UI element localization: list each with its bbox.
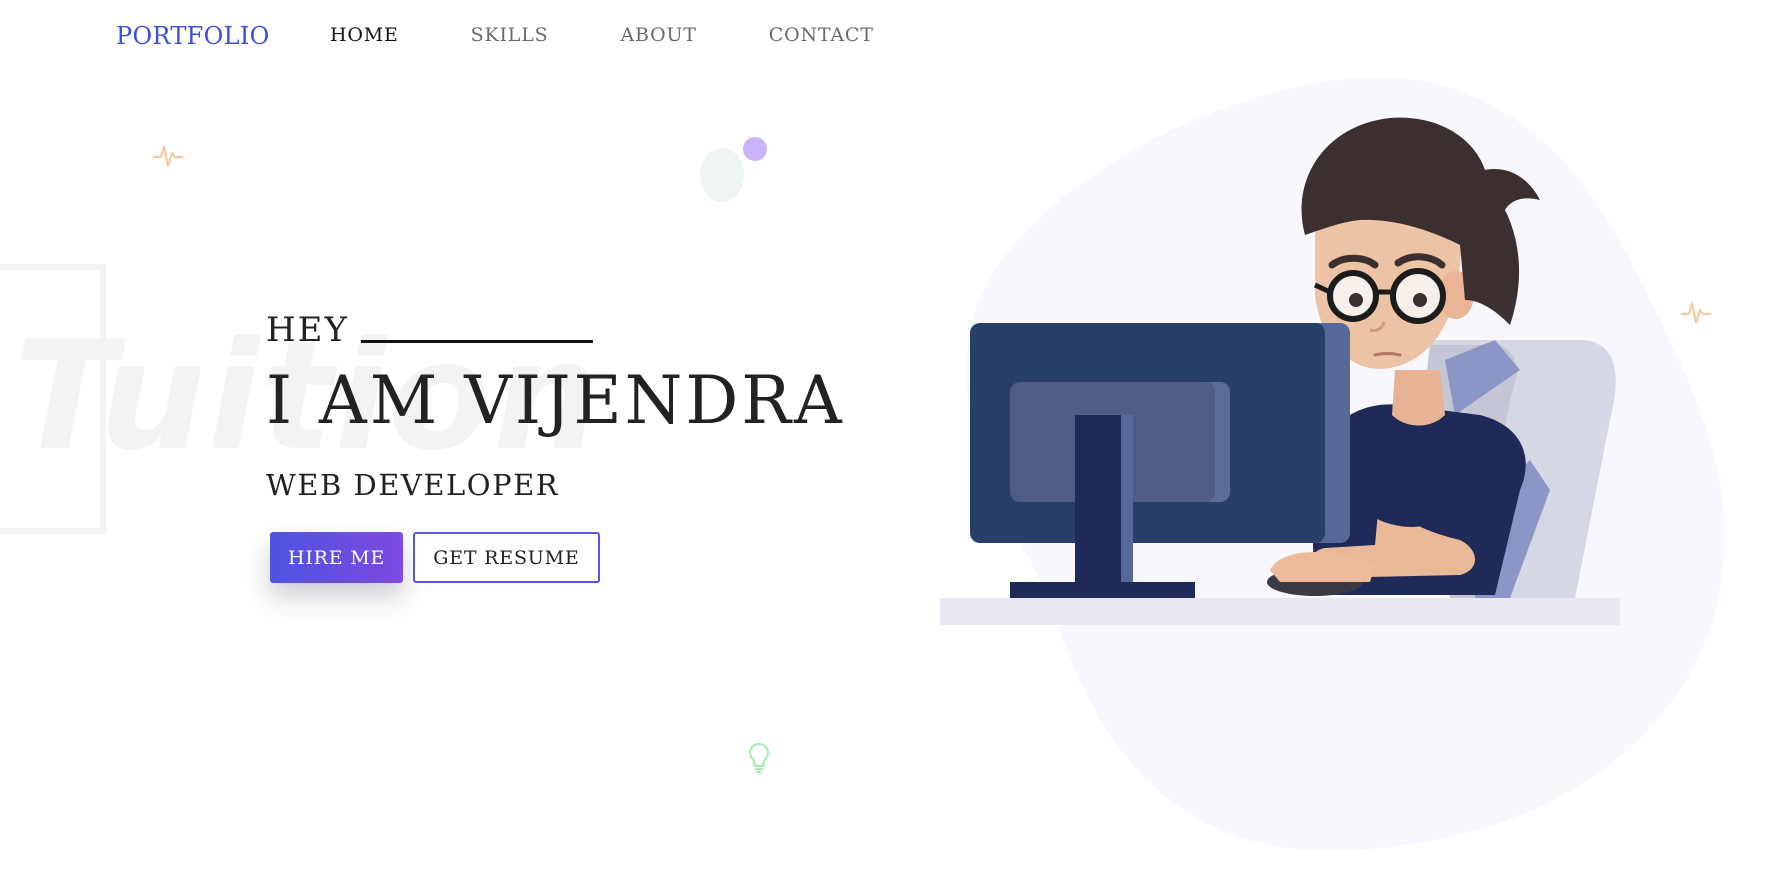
hero-buttons: HIRE ME GET RESUME	[270, 532, 845, 583]
developer-illustration	[940, 77, 1725, 851]
decorative-oval	[700, 148, 744, 202]
nav-link-home[interactable]: HOME	[330, 24, 399, 46]
nav-links: HOME SKILLS ABOUT CONTACT	[330, 24, 946, 46]
nav-link-about[interactable]: ABOUT	[620, 24, 696, 46]
top-nav: PORTFOLIO HOME SKILLS ABOUT CONTACT	[0, 0, 1773, 74]
hero-name: I AM VIJENDRA	[266, 362, 845, 439]
neck	[1392, 370, 1445, 426]
decorative-dot	[743, 137, 767, 161]
greeting-row: HEY	[266, 310, 845, 350]
nav-link-contact[interactable]: CONTACT	[769, 24, 874, 46]
hero-section: HEY I AM VIJENDRA WEB DEVELOPER HIRE ME …	[266, 310, 845, 583]
logo[interactable]: PORTFOLIO	[116, 22, 270, 50]
desk	[940, 598, 1620, 625]
greeting-text: HEY	[266, 310, 349, 350]
pulse-icon	[153, 145, 183, 167]
monitor-base	[1010, 582, 1195, 598]
hero-role: WEB DEVELOPER	[266, 468, 560, 502]
hire-me-button[interactable]: HIRE ME	[270, 532, 404, 583]
nav-link-skills[interactable]: SKILLS	[471, 24, 549, 46]
greeting-underline	[360, 340, 593, 343]
get-resume-button[interactable]: GET RESUME	[413, 532, 600, 583]
monitor-stand-side	[1121, 415, 1133, 590]
monitor-stand	[1075, 415, 1121, 590]
mouth	[1373, 352, 1402, 357]
lightbulb-icon	[748, 742, 770, 773]
